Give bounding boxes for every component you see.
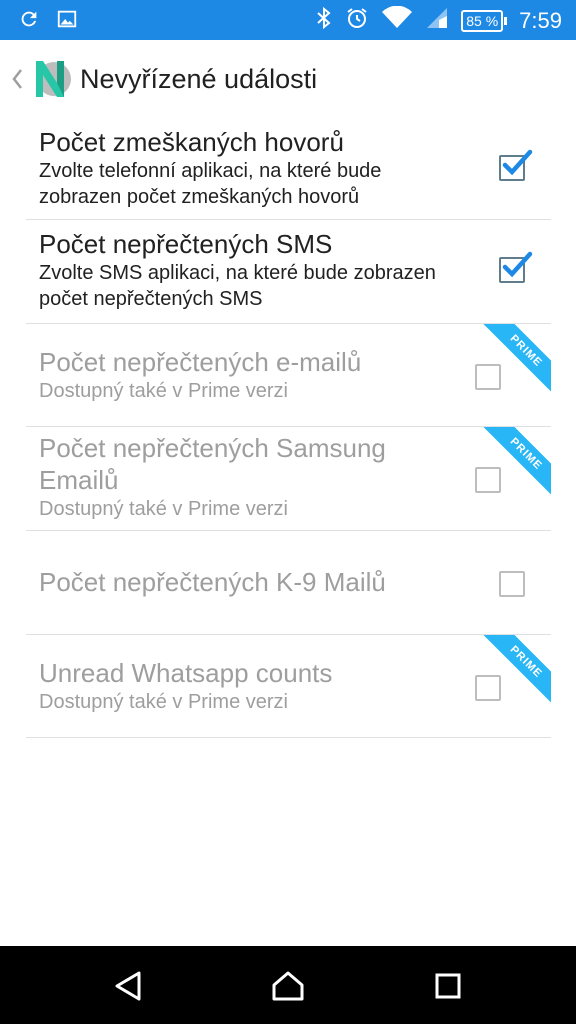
item-title: Počet nepřečtených K-9 Mailů: [39, 567, 386, 597]
list-item-unread-k9-mails[interactable]: Počet nepřečtených K-9 Mailů: [26, 531, 551, 635]
signal-icon: [425, 6, 449, 35]
checkbox-unread-sms[interactable]: [499, 251, 533, 283]
back-chevron-icon[interactable]: [4, 68, 30, 90]
item-title: Počet nepřečtených Samsung Emailů: [39, 433, 386, 495]
checkbox-unread-k9-mails[interactable]: [499, 571, 525, 597]
list-item-unread-samsung-emails[interactable]: Počet nepřečtených Samsung Emailů Dostup…: [26, 427, 551, 531]
item-summary: Zvolte SMS aplikaci, na které bude zobra…: [39, 262, 436, 310]
item-title: Unread Whatsapp counts: [39, 658, 333, 688]
app-bar: Nevyřízené události: [0, 40, 576, 118]
home-button[interactable]: [268, 966, 308, 1006]
item-summary: Dostupný také v Prime verzi: [39, 691, 288, 713]
prime-badge: PRIME: [483, 427, 551, 495]
status-bar: 85 % 7:59: [0, 0, 576, 40]
checkbox-missed-calls[interactable]: [499, 149, 533, 181]
preferences-list: Počet zmeškaných hovorů Zvolte telefonní…: [26, 118, 551, 738]
list-item-unread-whatsapp[interactable]: Unread Whatsapp counts Dostupný také v P…: [26, 635, 551, 738]
image-icon: [56, 8, 78, 35]
recent-apps-button[interactable]: [428, 966, 468, 1006]
prime-label: PRIME: [483, 324, 551, 392]
wifi-icon: [381, 5, 413, 35]
prime-badge: PRIME: [483, 635, 551, 703]
alarm-icon: [345, 6, 369, 35]
bluetooth-icon: [315, 6, 333, 35]
item-summary: Dostupný také v Prime verzi: [39, 380, 288, 402]
clock: 7:59: [519, 7, 562, 33]
list-item-unread-sms[interactable]: Počet nepřečtených SMS Zvolte SMS aplika…: [26, 220, 551, 324]
battery-percent: 85 %: [461, 9, 504, 32]
back-button[interactable]: [108, 966, 148, 1006]
battery-icon: 85 %: [461, 9, 508, 32]
item-summary: Dostupný také v Prime verzi: [39, 498, 288, 520]
list-item-unread-emails[interactable]: Počet nepřečtených e-mailů Dostupný také…: [26, 324, 551, 427]
item-title: Počet zmeškaných hovorů: [39, 127, 344, 157]
item-summary: Zvolte telefonní aplikaci, na které bude…: [39, 160, 382, 208]
prime-label: PRIME: [483, 635, 551, 703]
item-title: Počet nepřečtených e-mailů: [39, 347, 362, 377]
sync-icon: [18, 8, 40, 35]
prime-badge: PRIME: [483, 324, 551, 392]
page-title: Nevyřízené události: [80, 63, 318, 94]
app-logo[interactable]: [30, 57, 72, 101]
prime-label: PRIME: [483, 427, 551, 495]
item-title: Počet nepřečtených SMS: [39, 229, 333, 259]
navigation-bar: [0, 946, 576, 1024]
list-item-missed-calls[interactable]: Počet zmeškaných hovorů Zvolte telefonní…: [26, 118, 551, 220]
